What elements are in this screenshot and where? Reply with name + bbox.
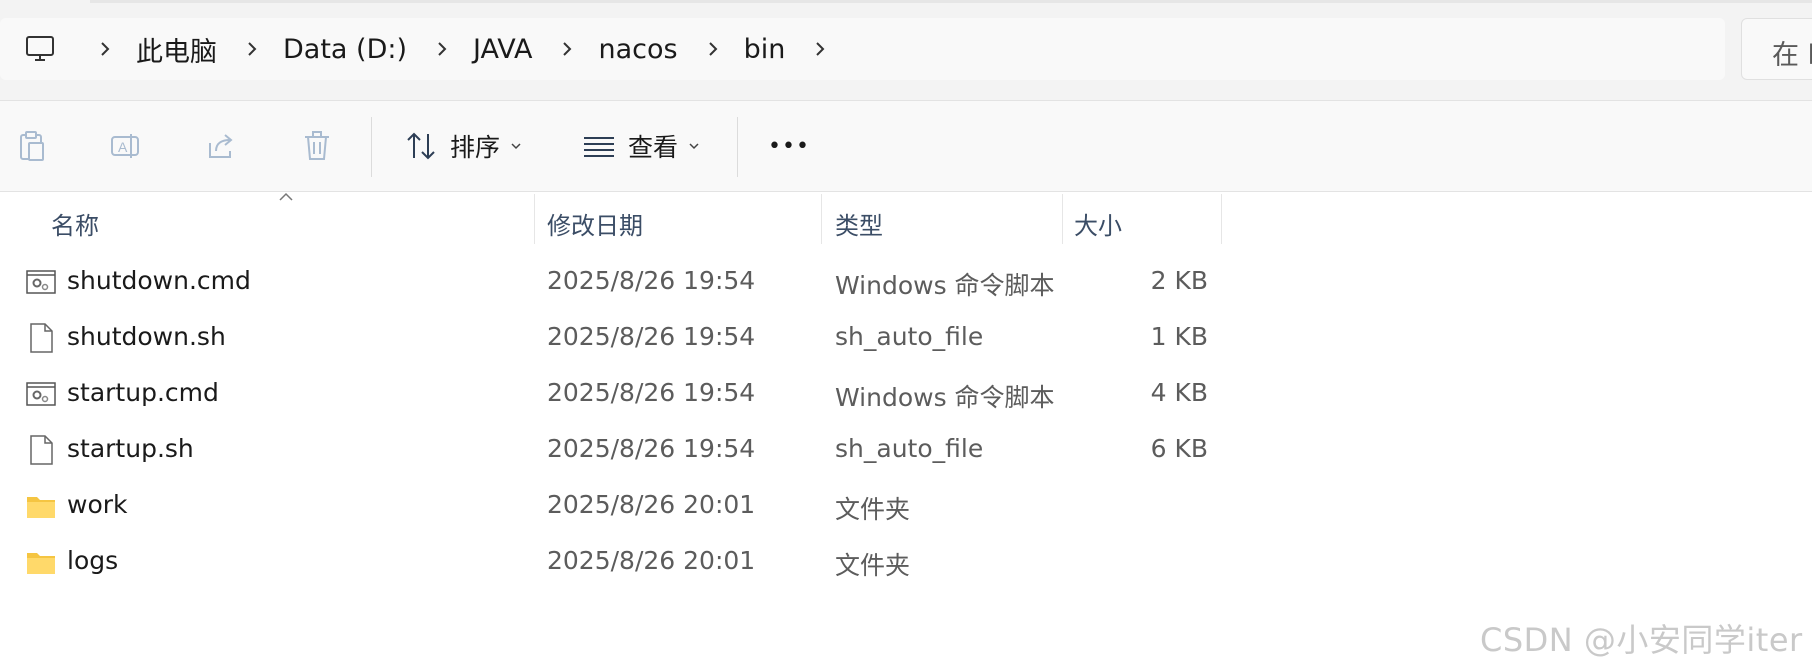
- column-type-label: 类型: [835, 212, 883, 240]
- more-icon: •••: [768, 133, 810, 159]
- folder-row[interactable]: work 2025/8/26 20:01 文件夹: [0, 478, 1220, 534]
- folder-name: logs: [67, 546, 119, 575]
- chevron-right-icon[interactable]: [556, 38, 578, 60]
- file-size: 2 KB: [1150, 266, 1208, 295]
- blank-file-icon: [30, 323, 53, 353]
- breadcrumb-java[interactable]: JAVA: [473, 34, 532, 65]
- view-button[interactable]: 查看: [582, 121, 700, 171]
- column-header-type[interactable]: 类型: [822, 194, 1062, 244]
- file-date: 2025/8/26 20:01: [547, 546, 756, 575]
- file-size: 6 KB: [1150, 434, 1208, 463]
- cmd-script-icon: [26, 382, 56, 406]
- file-type: sh_auto_file: [835, 322, 984, 351]
- file-size: 4 KB: [1150, 378, 1208, 407]
- chevron-right-icon[interactable]: [702, 38, 724, 60]
- more-options-button[interactable]: •••: [768, 121, 810, 171]
- column-date-label: 修改日期: [547, 212, 643, 240]
- sort-icon: [407, 132, 435, 160]
- command-bar: A 排序 查看 •••: [0, 100, 1812, 192]
- sort-button[interactable]: 排序: [404, 121, 522, 171]
- file-row[interactable]: shutdown.cmd 2025/8/26 19:54 Windows 命令脚…: [0, 254, 1220, 310]
- folder-row[interactable]: logs 2025/8/26 20:01 文件夹: [0, 534, 1220, 590]
- file-size: 1 KB: [1150, 322, 1208, 351]
- folder-name: work: [67, 490, 128, 519]
- file-row[interactable]: startup.sh 2025/8/26 19:54 sh_auto_file …: [0, 422, 1220, 478]
- file-date: 2025/8/26 20:01: [547, 490, 756, 519]
- chevron-right-icon[interactable]: [241, 38, 263, 60]
- file-row[interactable]: startup.cmd 2025/8/26 19:54 Windows 命令脚本…: [0, 366, 1220, 422]
- column-divider[interactable]: [1221, 194, 1222, 244]
- cmd-script-icon: [26, 270, 56, 294]
- svg-text:A: A: [118, 139, 128, 155]
- this-pc-icon[interactable]: [24, 33, 56, 65]
- file-type: Windows 命令脚本: [835, 383, 1055, 412]
- file-name: shutdown.cmd: [67, 266, 251, 295]
- watermark-text: CSDN @小安同学iter: [1480, 621, 1803, 659]
- column-header-date[interactable]: 修改日期: [535, 194, 821, 244]
- chevron-down-icon: [511, 143, 521, 150]
- file-name: startup.cmd: [67, 378, 219, 407]
- breadcrumb-data-drive[interactable]: Data (D:): [283, 34, 407, 65]
- breadcrumb-this-pc[interactable]: 此电脑: [136, 30, 217, 69]
- breadcrumb-nacos[interactable]: nacos: [598, 34, 677, 65]
- file-date: 2025/8/26 19:54: [547, 434, 756, 463]
- file-name: startup.sh: [67, 434, 194, 463]
- view-list-icon: [584, 137, 614, 157]
- chevron-down-icon: [689, 143, 699, 150]
- toolbar-divider: [737, 117, 738, 177]
- paste-icon[interactable]: [14, 129, 48, 163]
- folder-icon: [27, 497, 55, 518]
- search-placeholder: 在 b: [1772, 40, 1812, 71]
- file-type: sh_auto_file: [835, 434, 984, 463]
- tab-strip-edge: [90, 0, 1812, 3]
- blank-file-icon: [30, 435, 53, 465]
- file-date: 2025/8/26 19:54: [547, 378, 756, 407]
- breadcrumb: 此电脑 Data (D:) JAVA nacos bin: [90, 25, 851, 73]
- delete-icon[interactable]: [300, 129, 334, 163]
- share-icon[interactable]: [204, 129, 238, 163]
- rename-icon[interactable]: A: [108, 129, 142, 163]
- file-date: 2025/8/26 19:54: [547, 322, 756, 351]
- column-header-name[interactable]: 名称: [0, 194, 534, 244]
- file-type: 文件夹: [835, 495, 911, 524]
- search-box[interactable]: 在 b: [1741, 18, 1812, 80]
- file-row[interactable]: shutdown.sh 2025/8/26 19:54 sh_auto_file…: [0, 310, 1220, 366]
- file-type: Windows 命令脚本: [835, 271, 1055, 300]
- view-label: 查看: [628, 133, 679, 162]
- chevron-right-icon[interactable]: [94, 38, 116, 60]
- column-header-size[interactable]: 大小: [1063, 194, 1221, 244]
- file-type: 文件夹: [835, 551, 911, 580]
- column-size-label: 大小: [1074, 212, 1122, 240]
- column-name-label: 名称: [51, 212, 99, 240]
- toolbar-divider: [371, 117, 372, 177]
- file-name: shutdown.sh: [67, 322, 226, 351]
- sort-label: 排序: [450, 133, 501, 162]
- folder-icon: [27, 553, 55, 574]
- chevron-right-icon[interactable]: [431, 38, 453, 60]
- breadcrumb-bin[interactable]: bin: [744, 34, 786, 65]
- file-date: 2025/8/26 19:54: [547, 266, 756, 295]
- chevron-right-icon[interactable]: [809, 38, 831, 60]
